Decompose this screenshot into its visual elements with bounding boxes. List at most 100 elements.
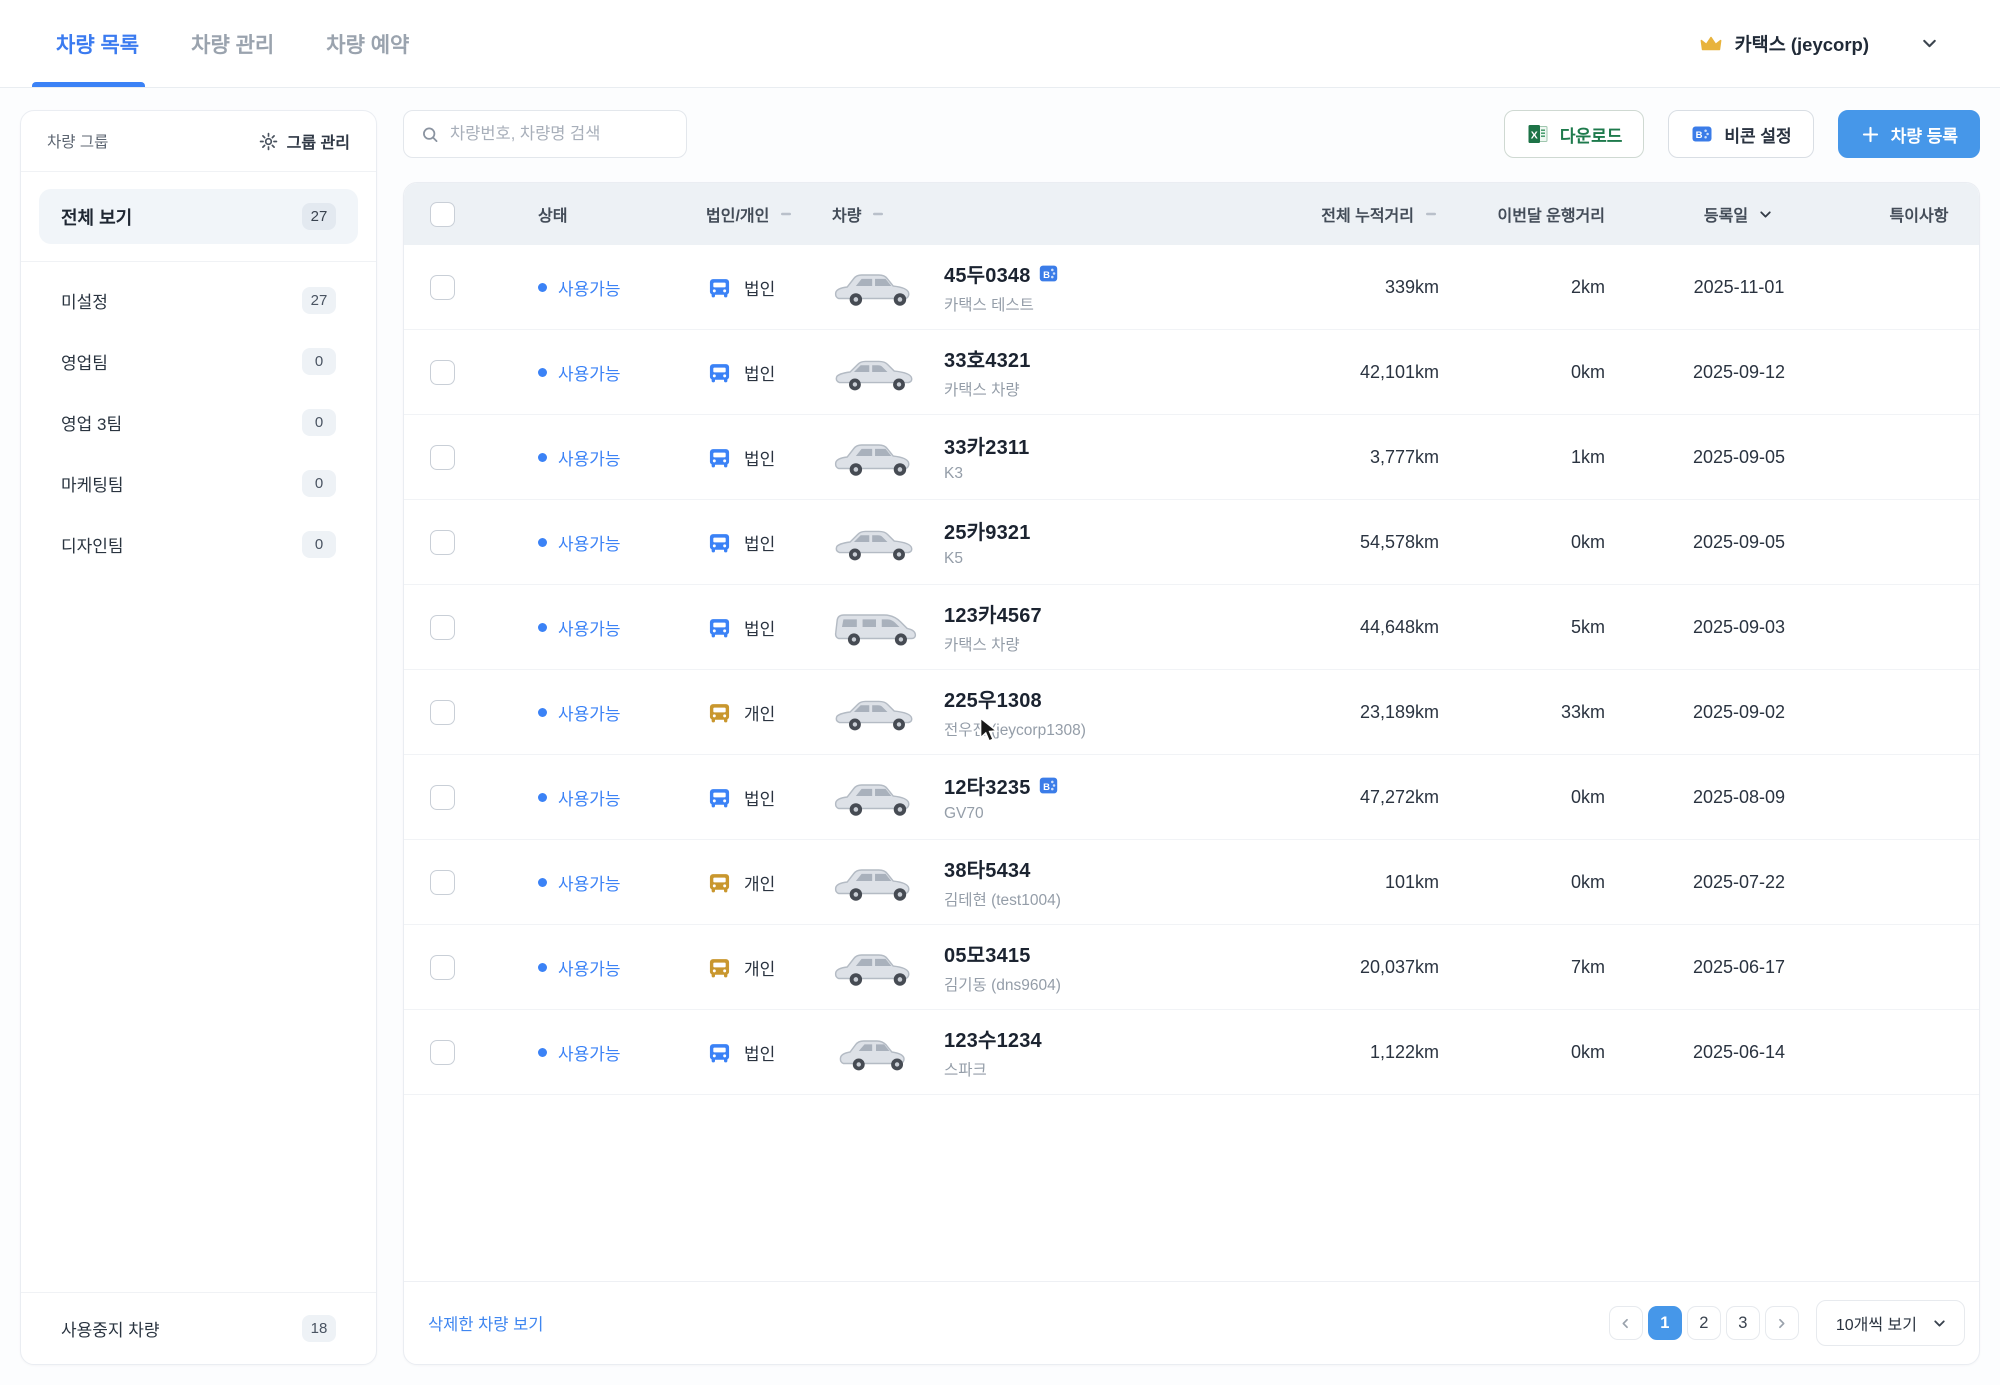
column-header[interactable]: 전체 누적거리	[1289, 202, 1449, 226]
table-row[interactable]: 사용가능 법인 123수1234 스파크 1,122km 0km 2025-06…	[404, 1010, 1979, 1095]
beacon-icon: B	[1690, 122, 1714, 146]
ownership-cell: 개인	[656, 670, 806, 754]
registered-date: 2025-07-22	[1619, 840, 1859, 924]
filter-icon[interactable]	[870, 206, 886, 222]
table-row[interactable]: 사용가능 개인 05모3415 김기동 (dns9604) 20,037km 7…	[404, 925, 1979, 1010]
vehicle-photo	[830, 855, 922, 909]
search-input[interactable]	[450, 125, 670, 144]
next-page-button[interactable]	[1765, 1306, 1799, 1340]
car-front-icon	[706, 529, 733, 556]
beacon-badge-icon: B	[1039, 264, 1058, 283]
vehicle-search[interactable]	[403, 110, 687, 158]
table-row[interactable]: 사용가능 법인 123카4567 카택스 차량 44,648km 5km 202…	[404, 585, 1979, 670]
vehicle-photo	[830, 940, 922, 994]
registered-date: 2025-09-05	[1619, 415, 1859, 499]
plate-number: 45두0348	[944, 259, 1031, 288]
register-vehicle-button[interactable]: 차량 등록	[1838, 110, 1980, 158]
row-checkbox[interactable]	[430, 275, 455, 300]
table-row[interactable]: 사용가능 법인 33카2311 K3 3,777km 1km 2025-09-0…	[404, 415, 1979, 500]
registered-date: 2025-09-02	[1619, 670, 1859, 754]
row-checkbox[interactable]	[430, 360, 455, 385]
group-manage-button[interactable]: 그룹 관리	[258, 129, 350, 153]
row-checkbox[interactable]	[430, 615, 455, 640]
table-row[interactable]: 사용가능 개인 38타5434 김테현 (test1004) 101km 0km…	[404, 840, 1979, 925]
table-row[interactable]: 사용가능 개인 225우1308 전우진 (jeycorp1308) 23,18…	[404, 670, 1979, 755]
row-checkbox[interactable]	[430, 700, 455, 725]
prev-page-button[interactable]	[1609, 1306, 1643, 1340]
column-header[interactable]: 차량	[806, 202, 1289, 226]
page-button-2[interactable]: 2	[1687, 1306, 1721, 1340]
sort-desc-icon[interactable]	[1757, 206, 1774, 223]
row-checkbox[interactable]	[430, 870, 455, 895]
group-count-badge: 27	[302, 287, 336, 314]
row-select-cell	[404, 925, 480, 1009]
registered-date: 2025-08-09	[1619, 755, 1859, 839]
nav-tab[interactable]: 차량 예약	[326, 0, 409, 87]
sidebar-group-item[interactable]: 마케팅팀 0	[39, 453, 358, 514]
note-cell	[1859, 245, 1979, 329]
status-label: 사용가능	[558, 785, 621, 810]
vehicle-subtitle: 김기동 (dns9604)	[944, 973, 1061, 995]
deleted-vehicles-link[interactable]: 삭제한 차량 보기	[428, 1311, 543, 1335]
plus-icon	[1860, 124, 1881, 145]
sidebar-group-item[interactable]: 미설정 27	[39, 270, 358, 331]
status-dot	[538, 538, 547, 547]
sidebar-item-all-vehicles[interactable]: 전체 보기 27	[39, 189, 358, 244]
row-checkbox[interactable]	[430, 955, 455, 980]
month-distance: 0km	[1449, 840, 1619, 924]
svg-text:B: B	[1696, 130, 1703, 141]
status-label: 사용가능	[558, 700, 621, 725]
sidebar-group-item[interactable]: 디자인팀 0	[39, 514, 358, 575]
search-icon	[420, 124, 440, 145]
ownership-cell: 법인	[656, 245, 806, 329]
download-button[interactable]: X 다운로드	[1504, 110, 1645, 158]
filter-icon[interactable]	[778, 206, 794, 222]
vehicle-cell: 05모3415 김기동 (dns9604)	[806, 925, 1289, 1009]
registered-date: 2025-06-14	[1619, 1010, 1859, 1094]
plate-number: 33카2311	[944, 431, 1029, 460]
month-distance: 0km	[1449, 1010, 1619, 1094]
sidebar-group-item[interactable]: 영업팀 0	[39, 331, 358, 392]
nav-tab[interactable]: 차량 관리	[191, 0, 274, 87]
column-header[interactable]: 상태	[480, 202, 656, 226]
month-distance: 0km	[1449, 330, 1619, 414]
account-selector[interactable]: 카택스 (jeycorp)	[1699, 31, 1940, 57]
chevron-left-icon	[1618, 1316, 1633, 1331]
beacon-settings-button[interactable]: B 비콘 설정	[1668, 110, 1813, 158]
vehicle-subtitle: 카택스 차량	[944, 378, 1031, 400]
status-label: 사용가능	[558, 870, 621, 895]
row-checkbox[interactable]	[430, 1040, 455, 1065]
status-dot	[538, 453, 547, 462]
row-checkbox[interactable]	[430, 445, 455, 470]
nav-tab[interactable]: 차량 목록	[56, 0, 139, 87]
column-header[interactable]: 법인/개인	[656, 202, 806, 226]
car-front-icon	[706, 359, 733, 386]
column-header[interactable]: 이번달 운행거리	[1449, 202, 1619, 226]
column-header[interactable]: 등록일	[1619, 202, 1859, 226]
sidebar-item-disabled-vehicles[interactable]: 사용중지 차량 18	[21, 1292, 376, 1364]
car-front-icon	[706, 954, 733, 981]
page-button-1[interactable]: 1	[1648, 1306, 1682, 1340]
page-size-select[interactable]: 10개씩 보기	[1816, 1300, 1965, 1346]
vehicle-subtitle: 김테현 (test1004)	[944, 888, 1061, 910]
main-tabs: 차량 목록 차량 관리 차량 예약	[56, 0, 409, 87]
row-checkbox[interactable]	[430, 785, 455, 810]
column-header-label: 상태	[538, 202, 567, 226]
page-button-3[interactable]: 3	[1726, 1306, 1760, 1340]
column-header[interactable]: 특이사항	[1859, 202, 1979, 226]
select-all-checkbox[interactable]	[430, 202, 455, 227]
status-label: 사용가능	[558, 615, 621, 640]
row-select-cell	[404, 245, 480, 329]
ownership-label: 법인	[744, 785, 775, 810]
table-row[interactable]: 사용가능 법인 33호4321 카택스 차량 42,101km 0km 2025…	[404, 330, 1979, 415]
table-row[interactable]: 사용가능 법인 45두0348 B 카택스 테스트 339km 2km 2025…	[404, 245, 1979, 330]
table-row[interactable]: 사용가능 법인 12타3235 B GV70 47,272km 0km 2025…	[404, 755, 1979, 840]
account-name: 카택스 (jeycorp)	[1735, 31, 1869, 57]
filter-icon[interactable]	[1423, 206, 1439, 222]
row-checkbox[interactable]	[430, 530, 455, 555]
table-row[interactable]: 사용가능 법인 25카9321 K5 54,578km 0km 2025-09-…	[404, 500, 1979, 585]
sidebar-group-item[interactable]: 영업 3팀 0	[39, 392, 358, 453]
page-size-label: 10개씩 보기	[1836, 1311, 1917, 1335]
ownership-label: 개인	[744, 700, 775, 725]
ownership-label: 법인	[744, 1040, 775, 1065]
